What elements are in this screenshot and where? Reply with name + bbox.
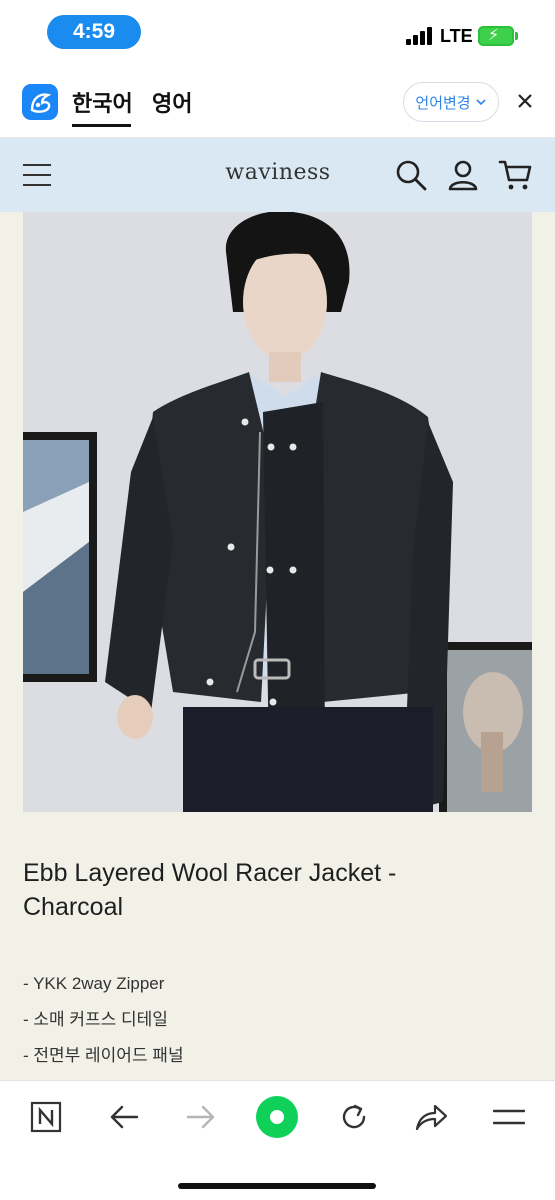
detail-item: - 전면부 레이어드 패널	[23, 1046, 184, 1065]
home-indicator	[178, 1183, 376, 1189]
status-time: 4:59	[47, 15, 141, 49]
signal-icon	[406, 27, 434, 45]
product-title: Ebb Layered Wool Racer Jacket - Charcoal	[23, 859, 397, 921]
chevron-down-icon	[476, 99, 486, 106]
tab-english[interactable]: 영어	[152, 86, 192, 118]
forward-icon[interactable]	[179, 1097, 223, 1137]
product-image[interactable]	[23, 212, 532, 812]
close-icon[interactable]	[512, 86, 538, 116]
brand-logo[interactable]: waviness	[222, 160, 334, 185]
detail-item: - YKK 2way Zipper	[23, 974, 165, 993]
share-icon[interactable]	[409, 1097, 453, 1137]
site-header: waviness	[0, 138, 555, 212]
reload-icon[interactable]	[332, 1097, 376, 1137]
active-tab-indicator	[72, 124, 131, 127]
language-change-label: 언어변경	[415, 94, 471, 112]
network-label: LTE	[440, 26, 473, 46]
product-detail-list: - YKK 2way Zipper - 소매 커프스 디테일 - 전면부 레이어…	[23, 972, 503, 1080]
menu-icon[interactable]	[487, 1097, 531, 1137]
language-change-button[interactable]: 언어변경	[403, 82, 499, 122]
battery-icon: ⚡	[478, 26, 514, 46]
papago-icon[interactable]	[22, 84, 58, 120]
translator-bar: 한국어 영어 언어변경	[0, 62, 555, 138]
product-page: Ebb Layered Wool Racer Jacket - Charcoal…	[0, 212, 555, 1080]
status-bar: 4:59 LTE ⚡	[0, 0, 555, 62]
search-icon[interactable]	[394, 158, 428, 192]
browser-toolbar	[0, 1080, 555, 1200]
battery-tip	[515, 32, 518, 40]
tab-korean[interactable]: 한국어	[72, 86, 133, 118]
menu-icon[interactable]	[23, 164, 51, 186]
detail-item: - 소매 커프스 디테일	[23, 1010, 168, 1029]
back-icon[interactable]	[102, 1097, 146, 1137]
green-dot-icon[interactable]	[255, 1095, 299, 1139]
naver-icon[interactable]	[24, 1097, 68, 1137]
cart-icon[interactable]	[498, 158, 532, 192]
user-icon[interactable]	[446, 158, 480, 192]
